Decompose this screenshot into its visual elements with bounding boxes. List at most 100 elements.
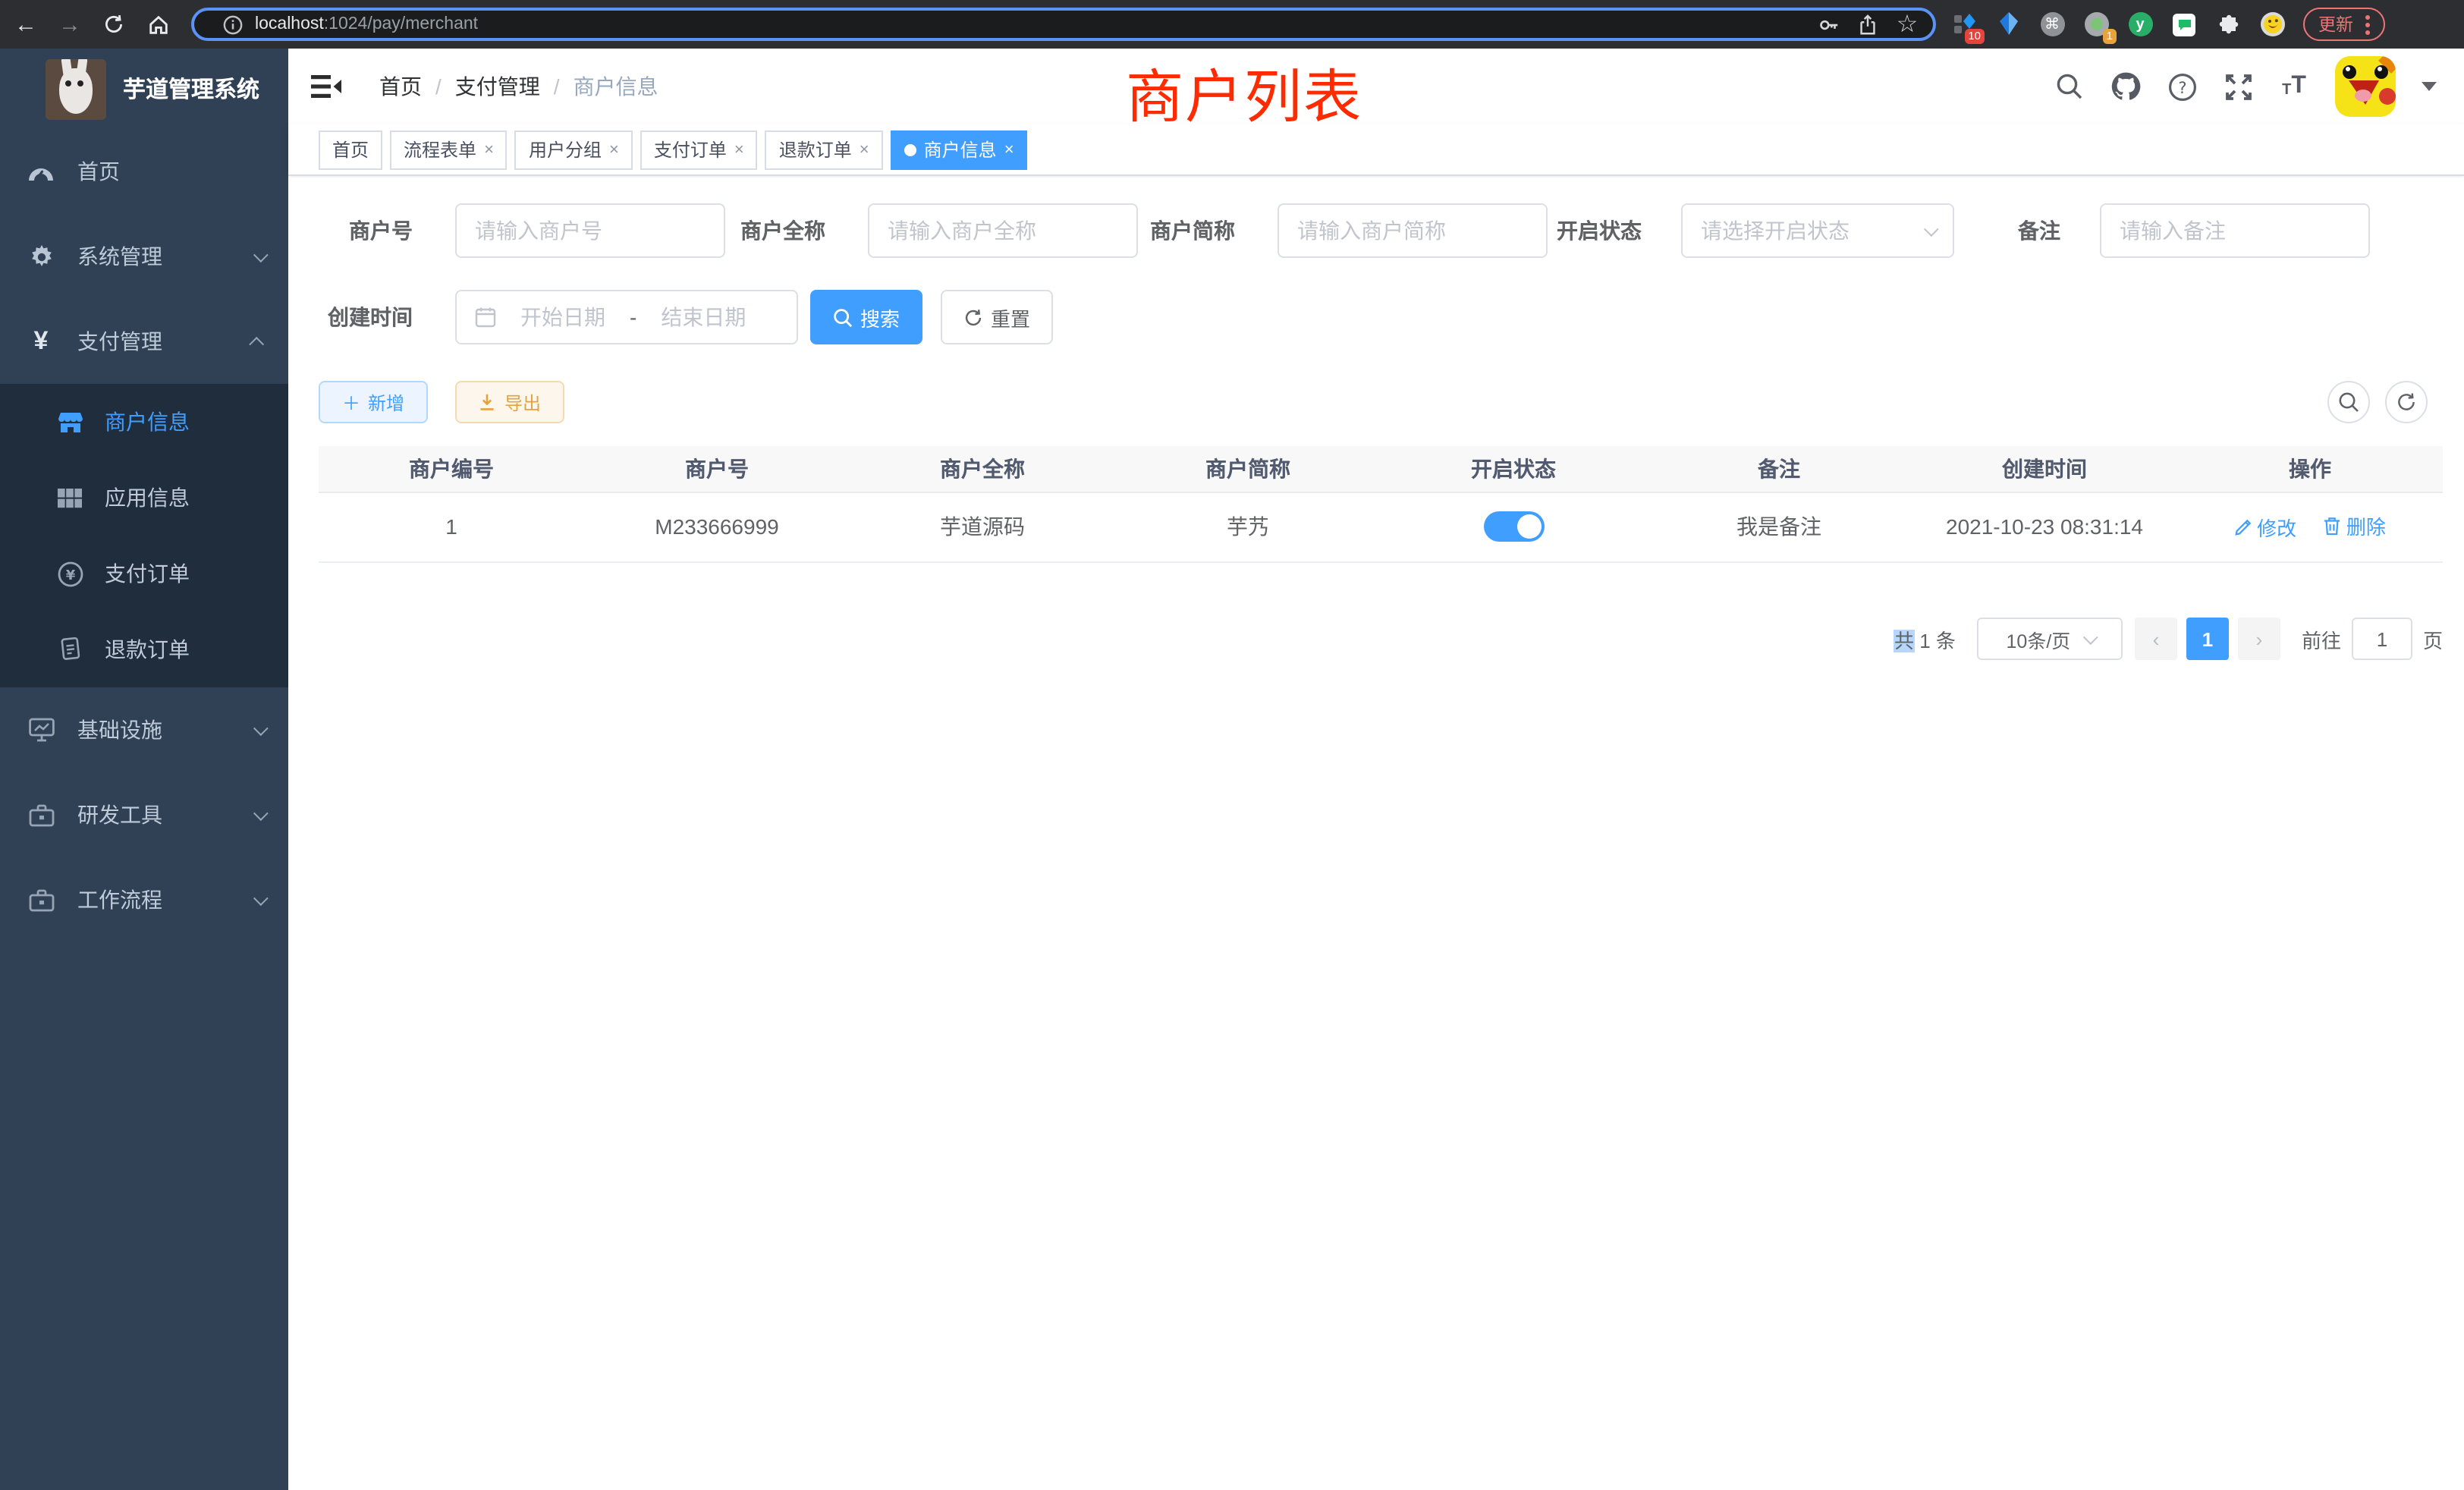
breadcrumb-pay[interactable]: 支付管理 [455,71,540,102]
gear-icon [26,244,56,269]
breadcrumb-home[interactable]: 首页 [379,71,422,102]
close-icon[interactable]: × [484,140,494,159]
refresh-button[interactable] [2385,381,2428,423]
document-icon [56,637,83,662]
avatar-caret-icon[interactable] [2422,82,2437,91]
edit-button[interactable]: 修改 [2234,513,2296,542]
ext-kite-icon[interactable] [1995,11,2021,37]
delete-button[interactable]: 删除 [2324,512,2386,541]
chevron-down-icon [253,805,269,820]
back-icon[interactable]: ← [8,6,44,42]
filter-label-remark: 备注 [1909,203,2060,258]
sidebar-item-dev-tools[interactable]: 研发工具 [0,772,288,857]
sidebar-item-label: 支付订单 [105,558,190,589]
goto-page-input[interactable] [2352,618,2412,660]
fullscreen-icon[interactable] [2223,71,2253,102]
sidebar-item-pay-order[interactable]: ¥ 支付订单 [0,536,288,611]
sidebar-item-label: 退款订单 [105,634,190,665]
merchant-table: 商户编号 商户号 商户全称 商户简称 开启状态 备注 创建时间 操作 1 [319,446,2443,562]
chrome-update-button[interactable]: 更新 [2303,8,2385,41]
sidebar: 芋道管理系统 首页 系统管理 ¥ 支付管理 [0,49,288,1490]
sidebar-collapse-icon[interactable] [311,74,341,99]
logo-row[interactable]: 芋道管理系统 [0,49,288,129]
password-key-icon[interactable] [1815,11,1842,38]
ext-blue-diamond-icon[interactable]: 10 [1951,11,1977,37]
user-avatar[interactable] [2335,56,2396,117]
profile-avatar-icon[interactable] [2259,11,2285,37]
add-button[interactable]: ＋ 新增 [319,381,428,423]
ext-badge: 10 [1964,28,1985,43]
show-search-toggle-button[interactable] [2327,381,2370,423]
home-icon[interactable] [140,6,176,42]
url-path: :1024/pay/merchant [324,15,478,33]
svg-text:?: ? [2177,78,2186,96]
calendar-icon [475,306,496,328]
forward-icon[interactable]: → [52,6,88,42]
close-icon[interactable]: × [1004,140,1014,159]
status-toggle[interactable] [1483,511,1544,542]
sidebar-item-refund-order[interactable]: 退款订单 [0,611,288,687]
ext-command-icon[interactable]: ⌘ [2039,11,2065,37]
chevron-down-icon [2082,629,2098,644]
col-merchant-no: 商户号 [584,446,850,492]
tab-process-form[interactable]: 流程表单× [390,130,508,169]
annotation-title: 商户列表 [1126,50,1362,134]
font-size-icon[interactable]: TT [2279,71,2309,102]
sidebar-item-pay[interactable]: ¥ 支付管理 [0,299,288,384]
svg-text:¥: ¥ [65,567,75,583]
chevron-up-icon [249,336,264,351]
cell-create-time: 2021-10-23 08:31:14 [1912,492,2177,561]
reload-icon[interactable] [96,6,132,42]
next-page-button[interactable]: › [2238,618,2280,660]
tab-refund-order[interactable]: 退款订单× [765,130,883,169]
ext-yuque-icon[interactable]: y [2127,11,2153,37]
table-header-row: 商户编号 商户号 商户全称 商户简称 开启状态 备注 创建时间 操作 [319,446,2443,492]
share-icon[interactable] [1854,11,1881,38]
url-text: localhost:1024/pay/merchant [255,15,478,33]
search-icon[interactable] [2054,71,2085,102]
breadcrumb: 首页 / 支付管理 / 商户信息 [379,71,658,102]
close-icon[interactable]: × [734,140,744,159]
ext-chat-icon[interactable] [2171,11,2197,37]
export-button[interactable]: 导出 [455,381,564,423]
tab-home[interactable]: 首页 [319,130,382,169]
ext-green-circle-icon[interactable]: 1 [2083,11,2109,37]
tab-user-group[interactable]: 用户分组× [515,130,633,169]
bookmark-star-icon[interactable]: ☆ [1894,11,1921,38]
tab-merchant-info[interactable]: 商户信息× [891,130,1028,169]
sidebar-item-label: 应用信息 [105,483,190,513]
sidebar-item-label: 基础设施 [77,715,162,745]
sidebar-item-label: 工作流程 [77,885,162,915]
sidebar-item-infra[interactable]: 基础设施 [0,687,288,772]
help-icon[interactable]: ? [2167,71,2197,102]
app-title: 芋道管理系统 [123,73,259,105]
page-number-button[interactable]: 1 [2186,618,2229,660]
monitor-chart-icon [26,718,56,742]
address-bar[interactable]: localhost:1024/pay/merchant ☆ [191,8,1936,41]
ext-badge: 1 [2103,28,2117,43]
page-info-icon[interactable] [218,11,246,38]
extensions-puzzle-icon[interactable] [2215,11,2241,37]
create-time-range-picker[interactable]: - [455,290,798,344]
col-remark: 备注 [1646,446,1912,492]
search-button[interactable]: 搜索 [810,290,922,344]
chevron-down-icon [253,247,269,262]
close-icon[interactable]: × [609,140,619,159]
update-label: 更新 [2318,12,2353,36]
sidebar-item-app-info[interactable]: 应用信息 [0,460,288,536]
remark-input[interactable] [2100,203,2370,258]
sidebar-item-home[interactable]: 首页 [0,129,288,214]
reset-button[interactable]: 重置 [941,290,1053,344]
browser-menu-icon[interactable] [2365,14,2370,34]
tab-pay-order[interactable]: 支付订单× [640,130,758,169]
breadcrumb-current: 商户信息 [574,71,658,102]
pagination-total: 共 1 条 [1894,624,1956,653]
close-icon[interactable]: × [860,140,869,159]
sidebar-item-merchant-info[interactable]: 商户信息 [0,384,288,460]
cell-id: 1 [319,492,584,561]
github-icon[interactable] [2110,71,2141,102]
prev-page-button[interactable]: ‹ [2135,618,2177,660]
page-size-select[interactable]: 10条/页 [1977,618,2123,660]
sidebar-item-workflow[interactable]: 工作流程 [0,857,288,942]
sidebar-item-system[interactable]: 系统管理 [0,214,288,299]
